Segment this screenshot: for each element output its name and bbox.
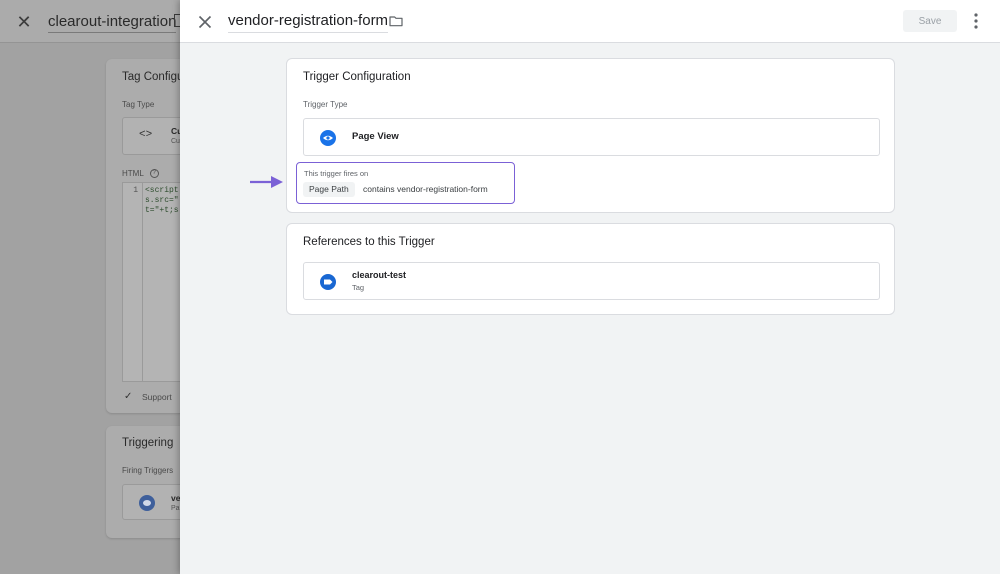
background-eye-icon [139,495,155,511]
trigger-type-name: Page View [352,131,399,142]
background-help-icon: ? [149,169,159,179]
background-code-icon: <> [139,129,153,141]
fires-on-label: This trigger fires on [304,169,369,178]
trigger-type-selector[interactable]: Page View [303,118,880,156]
save-button[interactable]: Save [903,10,957,32]
background-support-label: Support [142,392,172,402]
background-tag-title: clearout-integration [48,13,177,33]
trigger-configuration-card: Trigger Configuration Trigger Type Page … [286,58,895,213]
trigger-fires-on-box[interactable]: This trigger fires on Page Path contains… [296,162,515,204]
background-tag-type-label: Tag Type [122,100,155,109]
reference-name: clearout-test [352,270,407,280]
more-vert-icon[interactable] [968,11,984,31]
folder-icon[interactable] [388,13,404,29]
background-code-lines: <script s.src=" t="+t;s [145,186,179,215]
condition-text: contains vendor-registration-form [363,184,488,194]
trigger-type-label: Trigger Type [303,100,348,109]
trigger-panel: vendor-registration-form Save Trigger Co… [180,0,1000,574]
condition-variable-chip: Page Path [303,182,355,197]
arrow-right-icon [250,176,283,188]
background-code-gutter: 1 [123,183,143,381]
reference-item[interactable]: clearout-test Tag [303,262,880,300]
background-check-icon: ✓ [124,391,133,402]
reference-type: Tag [352,283,365,292]
background-tag-configuration-title: Tag Configu [122,71,184,83]
background-tag-type-sub: Cu [171,138,180,145]
eye-icon [320,130,336,146]
background-html-label: HTML ? [122,169,159,179]
background-code-editor: 1 <script s.src=" t="+t;s [122,182,186,382]
trigger-name-title[interactable]: vendor-registration-form [228,12,389,33]
trigger-panel-header: vendor-registration-form Save [180,0,1000,43]
background-triggering-title: Triggering [122,437,174,449]
tag-icon [320,274,336,290]
background-firing-triggers-label: Firing Triggers [122,466,174,475]
background-close-icon: ✕ [16,12,32,32]
trigger-configuration-title: Trigger Configuration [303,71,411,83]
background-firing-trigger-sub: Pa [171,505,180,512]
references-title: References to this Trigger [303,236,435,248]
close-icon[interactable] [194,11,216,33]
references-card: References to this Trigger clearout-test… [286,223,895,315]
